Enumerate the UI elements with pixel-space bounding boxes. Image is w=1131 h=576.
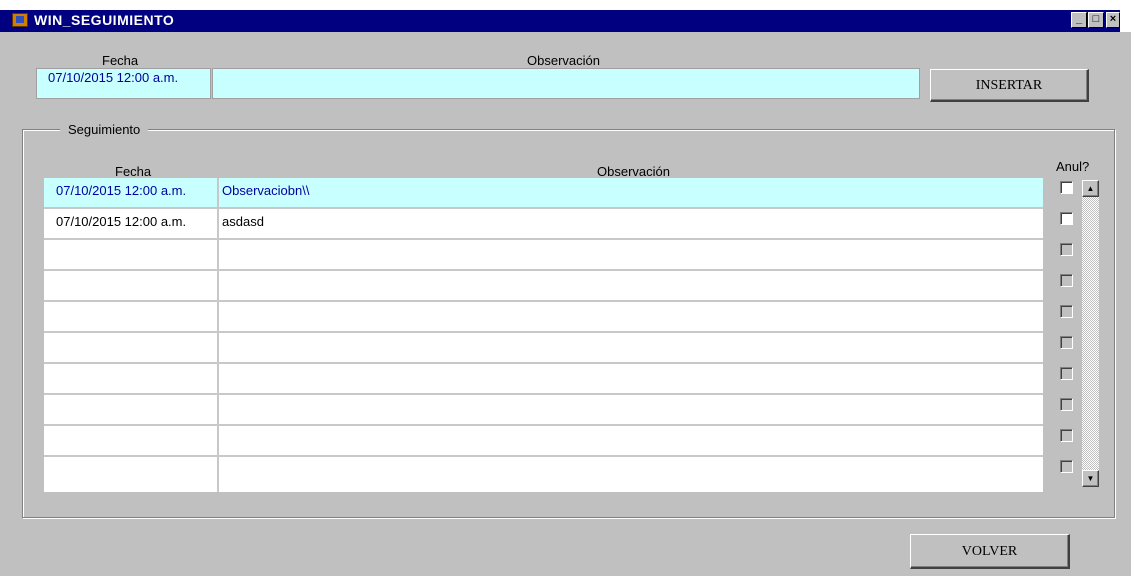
table-row[interactable] — [44, 364, 1043, 395]
fecha-input[interactable]: 07/10/2015 12:00 a.m. — [36, 68, 211, 99]
row-fecha[interactable]: 07/10/2015 12:00 a.m. — [44, 209, 219, 238]
row-fecha[interactable] — [44, 426, 219, 455]
row-fecha[interactable]: 07/10/2015 12:00 a.m. — [44, 178, 219, 207]
anulado-checkbox[interactable] — [1060, 274, 1073, 287]
row-observacion[interactable] — [219, 395, 1043, 424]
row-fecha[interactable] — [44, 364, 219, 393]
row-fecha[interactable] — [44, 271, 219, 300]
anulado-checkbox[interactable] — [1060, 398, 1073, 411]
table-row[interactable] — [44, 271, 1043, 302]
table-row[interactable] — [44, 240, 1043, 271]
row-fecha[interactable] — [44, 333, 219, 362]
column-header-anulado: Anul? — [1056, 159, 1090, 174]
anulado-checkbox[interactable] — [1060, 212, 1073, 225]
minimize-button[interactable]: _ — [1071, 12, 1087, 28]
row-observacion[interactable] — [219, 364, 1043, 393]
row-observacion[interactable] — [219, 302, 1043, 331]
row-observacion[interactable] — [219, 271, 1043, 300]
table-row[interactable]: 07/10/2015 12:00 a.m. Observaciobn\\ — [44, 178, 1043, 209]
arrow-up-icon: ▲ — [1086, 184, 1095, 193]
scroll-up-button[interactable]: ▲ — [1082, 180, 1099, 197]
volver-button[interactable]: VOLVER — [910, 534, 1070, 569]
row-fecha[interactable] — [44, 457, 219, 492]
row-fecha[interactable] — [44, 240, 219, 269]
row-observacion[interactable] — [219, 333, 1043, 362]
maximize-button[interactable]: □ — [1088, 12, 1104, 28]
insertar-button[interactable]: INSERTAR — [930, 69, 1089, 102]
column-header-observacion: Observación — [597, 164, 670, 179]
window-title: WIN_SEGUIMIENTO — [34, 12, 175, 28]
row-observacion[interactable] — [219, 240, 1043, 269]
column-header-fecha: Fecha — [115, 164, 152, 179]
row-fecha[interactable] — [44, 395, 219, 424]
table-row[interactable]: 07/10/2015 12:00 a.m. asdasd — [44, 209, 1043, 240]
row-observacion[interactable]: asdasd — [219, 209, 1043, 238]
row-observacion[interactable]: Observaciobn\\ — [219, 178, 1043, 207]
anulado-checkbox[interactable] — [1060, 305, 1073, 318]
close-button[interactable]: × — [1106, 12, 1120, 28]
arrow-down-icon: ▼ — [1086, 474, 1095, 483]
row-observacion[interactable] — [219, 457, 1043, 486]
table-row[interactable] — [44, 333, 1043, 364]
anulado-checkbox[interactable] — [1060, 367, 1073, 380]
anulado-checkbox[interactable] — [1060, 460, 1073, 473]
app-icon[interactable] — [12, 13, 28, 27]
table-row[interactable] — [44, 395, 1043, 426]
vertical-scrollbar[interactable] — [1082, 180, 1099, 487]
scroll-down-button[interactable]: ▼ — [1082, 470, 1099, 487]
anulado-checkbox[interactable] — [1060, 336, 1073, 349]
anulado-checkbox[interactable] — [1060, 243, 1073, 256]
table-row[interactable] — [44, 302, 1043, 333]
observacion-input[interactable] — [212, 68, 920, 99]
row-fecha[interactable] — [44, 302, 219, 331]
anulado-checkbox[interactable] — [1060, 429, 1073, 442]
seguimiento-group-label: Seguimiento — [60, 122, 149, 137]
row-observacion[interactable] — [219, 426, 1043, 455]
table-row[interactable] — [44, 426, 1043, 457]
fecha-label: Fecha — [102, 53, 139, 68]
table-row[interactable] — [44, 457, 1043, 492]
anulado-checkbox[interactable] — [1060, 181, 1073, 194]
observacion-label: Observación — [527, 53, 600, 68]
